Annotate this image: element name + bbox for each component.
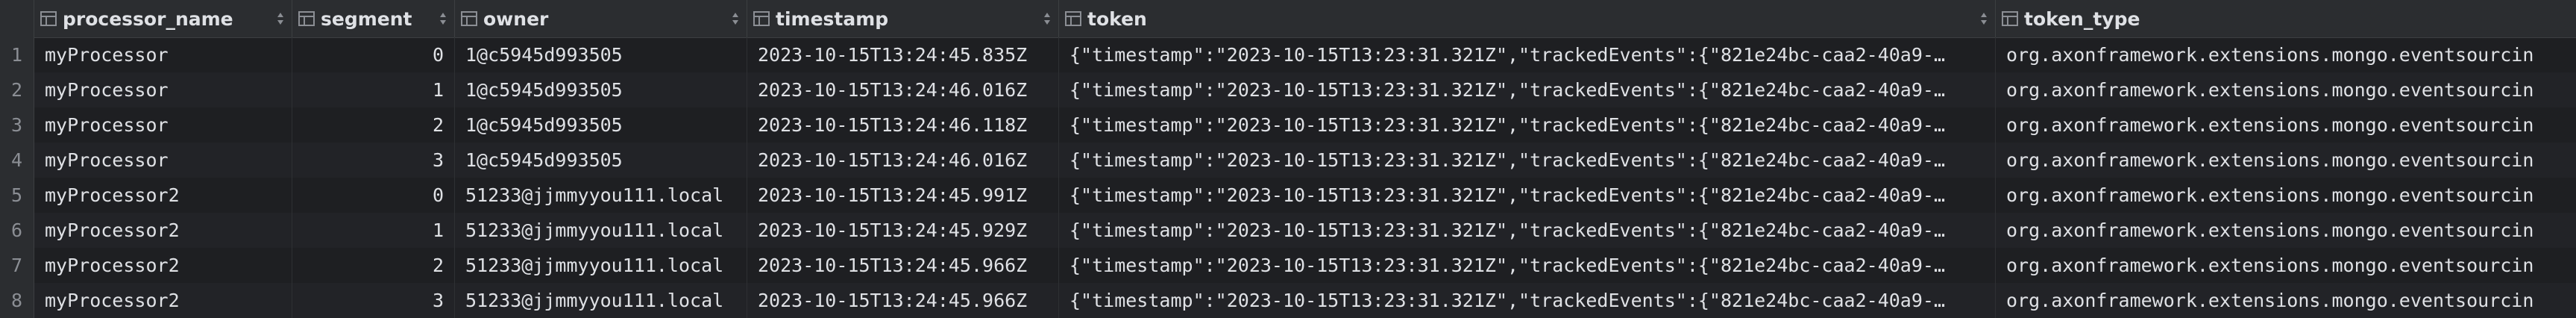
row-number-header [0,0,34,37]
cell-segment[interactable]: 0 [292,37,455,72]
column-label: token_type [2024,7,2140,30]
cell-timestamp[interactable]: 2023-10-15T13:24:45.835Z [747,37,1059,72]
cell-timestamp[interactable]: 2023-10-15T13:24:46.118Z [747,107,1059,143]
cell-token[interactable]: {"timestamp":"2023-10-15T13:23:31.321Z",… [1059,72,1996,107]
cell-segment[interactable]: 0 [292,178,455,213]
table-column-icon [1065,11,1081,26]
cell-token-type[interactable]: org.axonframework.extensions.mongo.event… [1996,107,2576,143]
cell-token-text: {"timestamp":"2023-10-15T13:23:31.321Z",… [1069,290,1945,311]
column-header-processor-name[interactable]: processor_name [34,0,292,37]
table-row[interactable]: 7 myProcessor2 2 51233@jjmmyyou111.local… [0,248,2576,283]
cell-owner[interactable]: 51233@jjmmyyou111.local [455,178,747,213]
table-row[interactable]: 2 myProcessor 1 1@c5945d993505 2023-10-1… [0,72,2576,107]
cell-timestamp[interactable]: 2023-10-15T13:24:45.966Z [747,248,1059,283]
cell-processor-name[interactable]: myProcessor2 [34,213,292,248]
cell-owner[interactable]: 51233@jjmmyyou111.local [455,248,747,283]
column-header-segment[interactable]: segment [292,0,455,37]
table-row[interactable]: 5 myProcessor2 0 51233@jjmmyyou111.local… [0,178,2576,213]
sort-arrows-icon[interactable] [439,12,447,25]
cell-timestamp[interactable]: 2023-10-15T13:24:46.016Z [747,72,1059,107]
cell-timestamp[interactable]: 2023-10-15T13:24:45.929Z [747,213,1059,248]
cell-segment[interactable]: 3 [292,143,455,178]
cell-owner[interactable]: 1@c5945d993505 [455,107,747,143]
column-label: processor_name [63,7,233,30]
sort-arrows-icon[interactable] [732,12,739,25]
column-label: timestamp [776,7,889,30]
column-header-token-type[interactable]: token_type [1996,0,2576,37]
column-header-timestamp[interactable]: timestamp [747,0,1059,37]
row-number: 3 [0,107,34,143]
cell-owner[interactable]: 1@c5945d993505 [455,72,747,107]
cell-processor-name[interactable]: myProcessor [34,143,292,178]
grid-header: processor_name segment owner timestamp t… [0,0,2576,38]
cell-token-type[interactable]: org.axonframework.extensions.mongo.event… [1996,143,2576,178]
cell-token-type[interactable]: org.axonframework.extensions.mongo.event… [1996,213,2576,248]
table-row[interactable]: 3 myProcessor 2 1@c5945d993505 2023-10-1… [0,107,2576,143]
column-label: token [1087,7,1147,30]
column-label: segment [321,7,412,30]
row-number: 7 [0,248,34,283]
cell-token-type[interactable]: org.axonframework.extensions.mongo.event… [1996,72,2576,107]
cell-token[interactable]: {"timestamp":"2023-10-15T13:23:31.321Z",… [1059,37,1996,72]
cell-token-text: {"timestamp":"2023-10-15T13:23:31.321Z",… [1069,219,1945,241]
column-header-token[interactable]: token [1059,0,1996,37]
result-grid: processor_name segment owner timestamp t… [0,0,2576,318]
cell-token-text: {"timestamp":"2023-10-15T13:23:31.321Z",… [1069,184,1945,206]
cell-token[interactable]: {"timestamp":"2023-10-15T13:23:31.321Z",… [1059,143,1996,178]
row-number: 5 [0,178,34,213]
cell-owner[interactable]: 1@c5945d993505 [455,143,747,178]
sort-arrows-icon[interactable] [277,12,284,25]
row-number: 1 [0,37,34,72]
cell-segment[interactable]: 2 [292,248,455,283]
cell-processor-name[interactable]: myProcessor [34,37,292,72]
cell-token-text: {"timestamp":"2023-10-15T13:23:31.321Z",… [1069,149,1945,171]
column-label: owner [483,7,549,30]
cell-processor-name[interactable]: myProcessor [34,72,292,107]
row-number: 4 [0,143,34,178]
cell-token[interactable]: {"timestamp":"2023-10-15T13:23:31.321Z",… [1059,248,1996,283]
table-column-icon [2002,11,2018,26]
cell-token[interactable]: {"timestamp":"2023-10-15T13:23:31.321Z",… [1059,107,1996,143]
cell-owner[interactable]: 51233@jjmmyyou111.local [455,283,747,318]
table-row[interactable]: 1 myProcessor 0 1@c5945d993505 2023-10-1… [0,37,2576,72]
cell-token[interactable]: {"timestamp":"2023-10-15T13:23:31.321Z",… [1059,178,1996,213]
cell-timestamp[interactable]: 2023-10-15T13:24:45.966Z [747,283,1059,318]
cell-timestamp[interactable]: 2023-10-15T13:24:46.016Z [747,143,1059,178]
cell-token[interactable]: {"timestamp":"2023-10-15T13:23:31.321Z",… [1059,213,1996,248]
table-column-icon [40,11,57,26]
cell-token[interactable]: {"timestamp":"2023-10-15T13:23:31.321Z",… [1059,283,1996,318]
column-header-owner[interactable]: owner [455,0,747,37]
cell-timestamp[interactable]: 2023-10-15T13:24:45.991Z [747,178,1059,213]
cell-token-type[interactable]: org.axonframework.extensions.mongo.event… [1996,283,2576,318]
cell-token-type[interactable]: org.axonframework.extensions.mongo.event… [1996,248,2576,283]
table-column-icon [753,11,770,26]
cell-segment[interactable]: 3 [292,283,455,318]
cell-processor-name[interactable]: myProcessor2 [34,283,292,318]
cell-token-type[interactable]: org.axonframework.extensions.mongo.event… [1996,178,2576,213]
sort-arrows-icon[interactable] [1980,12,1988,25]
cell-token-text: {"timestamp":"2023-10-15T13:23:31.321Z",… [1069,255,1945,276]
cell-owner[interactable]: 51233@jjmmyyou111.local [455,213,747,248]
table-row[interactable]: 8 myProcessor2 3 51233@jjmmyyou111.local… [0,283,2576,318]
cell-processor-name[interactable]: myProcessor [34,107,292,143]
cell-processor-name[interactable]: myProcessor2 [34,178,292,213]
table-column-icon [461,11,477,26]
cell-segment[interactable]: 1 [292,72,455,107]
table-column-icon [298,11,315,26]
row-number: 2 [0,72,34,107]
cell-segment[interactable]: 1 [292,213,455,248]
cell-token-text: {"timestamp":"2023-10-15T13:23:31.321Z",… [1069,44,1945,66]
cell-processor-name[interactable]: myProcessor2 [34,248,292,283]
sort-arrows-icon[interactable] [1043,12,1051,25]
cell-owner[interactable]: 1@c5945d993505 [455,37,747,72]
cell-segment[interactable]: 2 [292,107,455,143]
cell-token-text: {"timestamp":"2023-10-15T13:23:31.321Z",… [1069,79,1945,101]
row-number: 8 [0,283,34,318]
table-row[interactable]: 4 myProcessor 3 1@c5945d993505 2023-10-1… [0,143,2576,178]
cell-token-type[interactable]: org.axonframework.extensions.mongo.event… [1996,37,2576,72]
row-number: 6 [0,213,34,248]
table-row[interactable]: 6 myProcessor2 1 51233@jjmmyyou111.local… [0,213,2576,248]
cell-token-text: {"timestamp":"2023-10-15T13:23:31.321Z",… [1069,114,1945,136]
